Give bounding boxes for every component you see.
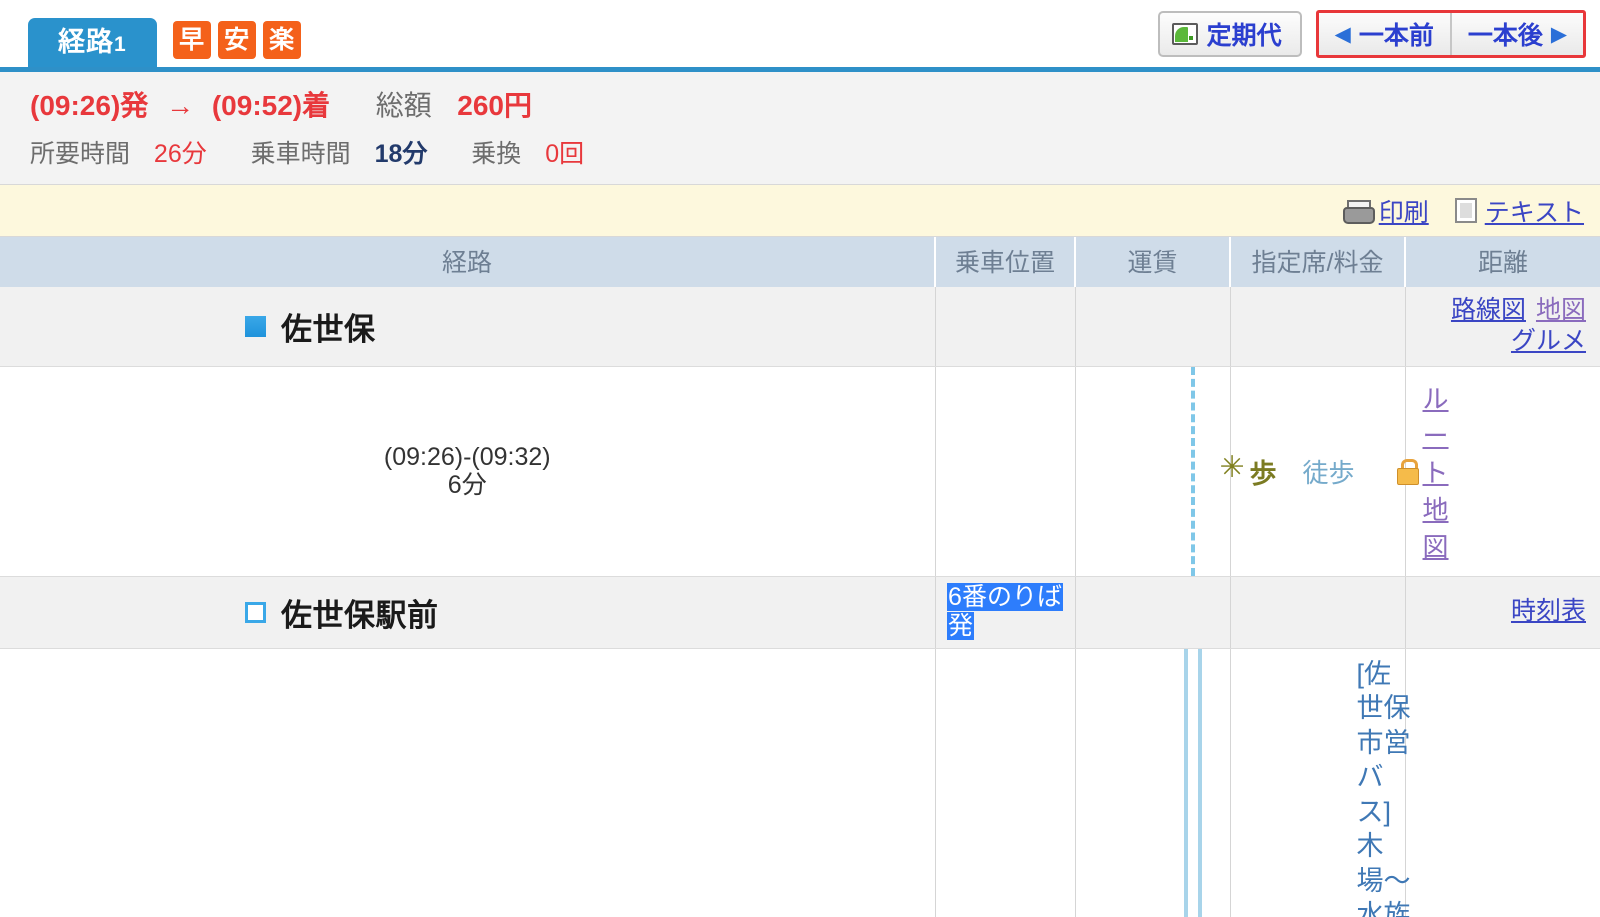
commuter-pass-button[interactable]: 定期代 [1157,11,1302,57]
lock-icon [1396,459,1419,485]
header-fare: 運賃 [1075,237,1231,287]
distance-cell: 時刻表 [1405,576,1600,649]
platform-line-1: 6番のりば [947,582,1063,611]
text-view-label: テキスト [1484,198,1584,227]
depart-suffix: 発 [120,90,149,121]
reserved-cell [1230,576,1406,649]
next-departure-button[interactable]: 一本後 ▶ [1449,13,1583,55]
bus-connector-line [1183,648,1202,917]
text-view-link[interactable]: テキスト [1454,193,1584,229]
walking-person-icon: 歩 [1220,452,1277,491]
ride-time-value: 18分 [374,140,428,168]
arrow-icon: → [166,90,195,121]
header-position: 乗車位置 [935,237,1076,287]
leg-time-cell: (09:26)-(09:32) 6分 [0,366,936,577]
tab-bar-actions: 定期代 ◀ 一本前 一本後 ▶ [1157,10,1586,58]
tab-bar: 経路1 早 安 楽 定期代 ◀ 一本前 一本後 ▶ [0,0,1600,72]
walk-kanji: 歩 [1249,458,1277,489]
printer-icon [1342,199,1375,224]
header-route: 経路 [0,237,936,287]
badge-easy: 楽 [262,21,301,59]
gourmet-link[interactable]: グルメ [1511,327,1586,355]
transfer-value: 0回 [545,140,585,168]
next-departure-label: 一本後 [1467,22,1543,50]
route-map-link[interactable]: 路線図 [1451,296,1526,324]
tab-route-1[interactable]: 経路1 [28,18,157,67]
route-table: 経路 乗車位置 運賃 指定席/料金 距離 佐世保 路線図 地図 グルメ (09:… [0,237,1600,917]
header-reserved: 指定席/料金 [1230,237,1406,287]
fare-cell [1075,576,1231,649]
reserved-cell [1405,648,1600,917]
runner-glyph [1220,453,1248,485]
summary-times: (09:26)発 → (09:52)着 総額 260円 [30,84,1600,124]
route-badges: 早 安 楽 [172,21,301,59]
position-cell [935,287,1076,367]
summary-details: 所要時間 26分 乗車時間 18分 乗換 0回 [30,134,1600,170]
arrive-suffix: 着 [302,90,331,121]
timetable-link[interactable]: 時刻表 [1511,597,1586,625]
leg-time-range: (09:26)-(09:32) [383,443,551,471]
duration-label: 所要時間 [30,140,131,168]
fare-cell [1075,287,1231,367]
map-link[interactable]: 地図 [1536,296,1586,324]
print-label: 印刷 [1378,198,1429,227]
station-entry: 佐世保駅前 [0,578,935,647]
station-cell: 佐世保 [0,287,936,367]
transfer-label: 乗換 [471,140,522,168]
terminal-station-marker-icon [245,315,266,337]
route-summary: (09:26)発 → (09:52)着 総額 260円 所要時間 26分 乗車時… [0,72,1600,185]
bus-leg: バス [佐世保市営バス]木場〜水族館 (パールシーリゾート水族館行) [936,648,1411,917]
prev-next-group: ◀ 一本前 一本後 ▶ [1315,10,1586,58]
station-name: 佐世保 [281,311,376,347]
bus-line-info: [佐世保市営バス]木場〜水族館 (パールシーリゾート水族館行) [1357,657,1411,917]
station-entry: 佐世保 [0,292,935,361]
ride-time-label: 乗車時間 [250,140,351,168]
badge-cheap: 安 [217,21,256,59]
walk-mode-label: 徒歩 [1302,457,1355,488]
table-row: 佐世保 路線図 地図 グルメ [0,287,1600,367]
selected-platform-text[interactable]: 6番のりば 発 [947,582,1063,642]
walk-route-map-link[interactable]: ルート地図 [1423,379,1449,564]
depart-time: (09:26) [30,90,121,121]
arrive-time: (09:52) [211,90,303,121]
print-link[interactable]: 印刷 [1342,193,1429,229]
leg-cell: バス [佐世保市営バス]木場〜水族館 (パールシーリゾート水族館行) [935,648,1411,917]
table-row: 佐世保駅前 6番のりば 発 時刻表 [0,576,1600,649]
intermediate-stop-marker-icon [245,601,266,623]
tab-number: 1 [114,33,127,57]
commuter-pass-label: 定期代 [1206,22,1282,50]
platform-line-2: 発 [947,612,975,640]
route-result-page: 経路1 早 安 楽 定期代 ◀ 一本前 一本後 ▶ (09:26)発 → (09… [0,0,1600,917]
prev-departure-button[interactable]: ◀ 一本前 [1318,13,1450,55]
prev-departure-label: 一本前 [1358,22,1434,50]
leg-duration: 6分 [447,471,487,499]
reserved-cell [1230,287,1406,367]
chevron-right-icon: ▶ [1550,22,1567,46]
leg-time-cell: 09:32-09:50 18分 [0,648,936,917]
total-fare-label: 総額 [375,90,432,121]
tool-strip: 印刷 テキスト [0,185,1600,237]
duration-value: 26分 [153,140,207,168]
document-icon [1454,198,1477,223]
walk-connector-line [1190,366,1205,576]
station-cell: 佐世保駅前 [0,576,936,649]
position-cell: 6番のりば 発 [935,576,1076,649]
total-fare-value: 260円 [457,90,532,121]
table-row: 09:32-09:50 18分 バス [佐世保市営バス]木場〜水族館 (パールシ… [0,648,1600,917]
station-name: 佐世保駅前 [281,597,439,633]
table-header-row: 経路 乗車位置 運賃 指定席/料金 距離 [0,237,1600,287]
walk-leg: 歩 徒歩 ルート地図 [936,366,1449,576]
chart-pass-icon [1171,23,1198,45]
bus-line-name[interactable]: [佐世保市営バス]木場〜水族館 [1357,659,1411,917]
chevron-left-icon: ◀ [1334,22,1351,46]
header-distance: 距離 [1405,237,1600,287]
tab-label: 経路 [58,27,114,58]
leg-cell: 歩 徒歩 ルート地図 [935,366,1449,577]
distance-cell: 路線図 地図 グルメ [1405,287,1600,367]
table-row: (09:26)-(09:32) 6分 歩 徒歩 ルート地図 [0,366,1600,577]
badge-fast: 早 [172,21,211,59]
